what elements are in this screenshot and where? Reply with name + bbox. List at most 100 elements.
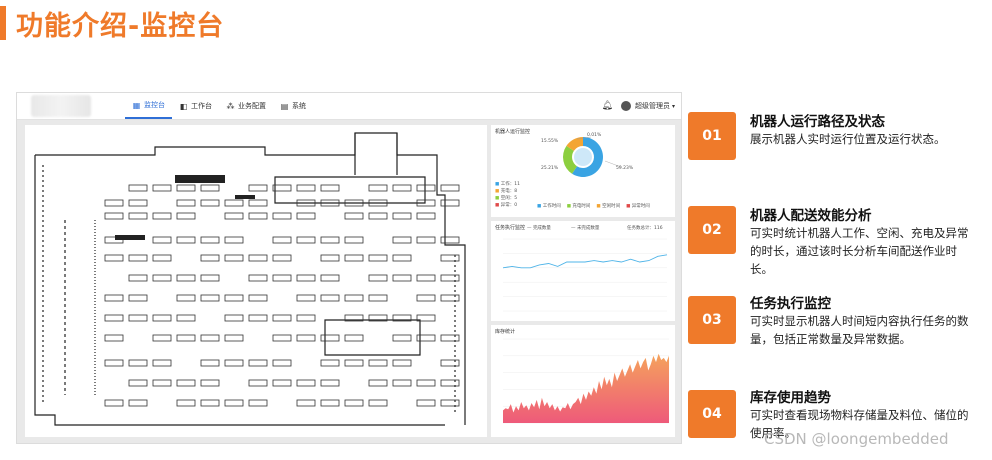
nav-monitor-label: 监控台 [144, 101, 165, 109]
rack-slot [176, 334, 196, 342]
rack-slot [344, 212, 364, 220]
rack-slot [128, 199, 148, 207]
rack-slot [368, 184, 388, 192]
nav-monitor[interactable]: ▦ 监控台 [125, 93, 172, 119]
tab-idle-time[interactable]: ■ 空闲时间 [596, 203, 620, 209]
nav-workbench[interactable]: ◧ 工作台 [172, 93, 219, 119]
rack-slot [152, 212, 172, 220]
rack-slot [272, 184, 292, 192]
legend-charging: ■ 充电：8 [495, 189, 518, 194]
rack-slot [152, 274, 172, 282]
rack-slot [416, 294, 436, 302]
rack-slot [296, 399, 316, 407]
status-legend: ■ 工作：11 ■ 充电：8 ■ 空闲：5 ■ 异常：0 [495, 181, 520, 209]
feature-description: 可实时统计机器人工作、空闲、充电及异常的时长，通过该时长分析车间配送作业时长。 [750, 226, 969, 276]
rack-slot [392, 359, 412, 367]
rack-slot [248, 399, 268, 407]
rack-slot [104, 254, 124, 262]
feature-description: 可实时显示机器人时间短内容执行任务的数量，包括正常数量及异常数据。 [750, 314, 969, 346]
tab-working-time[interactable]: ■ 工作时间 [537, 203, 561, 209]
rack-slot [176, 294, 196, 302]
warehouse-map [34, 132, 466, 426]
task-completed-series [502, 254, 668, 269]
rack-slot [296, 184, 316, 192]
rack-slot [200, 274, 220, 282]
rack-slot [272, 334, 292, 342]
rack-slot [128, 184, 148, 192]
app-logo [31, 95, 91, 117]
rack-slot [272, 212, 292, 220]
rack-slot [104, 294, 124, 302]
rack-slot [344, 294, 364, 302]
rack-slot [224, 314, 244, 322]
rack-slot [248, 254, 268, 262]
rack-slot [344, 399, 364, 407]
pct-label-4: 59.23% [616, 166, 634, 171]
rack-slot [296, 274, 316, 282]
user-name[interactable]: 超级管理员 [635, 101, 670, 111]
rack-slot [320, 399, 340, 407]
rack-slot [416, 212, 436, 220]
nav-business-config[interactable]: ⁂ 业务配置 [219, 93, 273, 119]
rack-slot [344, 359, 364, 367]
chevron-down-icon[interactable]: ▾ [672, 103, 675, 110]
rack-slot [176, 314, 196, 322]
rack-slot [320, 379, 340, 387]
feature-title: 机器人运行路径及状态 [750, 114, 885, 130]
tab-charging-time[interactable]: ■ 充电时间 [567, 203, 591, 209]
rack-slot [296, 294, 316, 302]
rack-slot [128, 212, 148, 220]
rack-slot [176, 274, 196, 282]
rack-slot [272, 254, 292, 262]
feature-title: 机器人配送效能分析 [750, 208, 872, 224]
rack-slot [224, 399, 244, 407]
robot-status-card: 机器人运行监控 0.01% 15.55% 25.21% 59.23% ■ 工作：… [491, 125, 675, 217]
tab-error-time[interactable]: ■ 异常时间 [626, 203, 650, 209]
feature-number-badge: 03 [688, 296, 736, 344]
rack-slot [104, 359, 124, 367]
rack-slot [152, 254, 172, 262]
rack-slot [224, 294, 244, 302]
rack-slot [416, 184, 436, 192]
monitor-icon: ▦ [132, 100, 141, 110]
rack-slot [104, 199, 124, 207]
app-topbar: ▦ 监控台 ◧ 工作台 ⁂ 业务配置 ▤ 系统 🔔︎ 超级管理员 ▾ [17, 93, 681, 120]
inventory-area-chart [503, 338, 669, 424]
feature-title: 任务执行监控 [750, 296, 831, 312]
rack-slot [224, 199, 244, 207]
rack-slot [176, 199, 196, 207]
nav-system[interactable]: ▤ 系统 [273, 93, 313, 119]
watermark: CSDN @loongembedded [764, 430, 949, 448]
bell-icon[interactable]: 🔔︎ [602, 101, 613, 111]
inventory-area-series [503, 353, 669, 423]
rack-slot [416, 379, 436, 387]
rack-slot [200, 199, 220, 207]
rack-slot [344, 236, 364, 244]
rack-slot [392, 236, 412, 244]
rack-slot [104, 399, 124, 407]
rack-slot [128, 254, 148, 262]
rack-slot [128, 294, 148, 302]
legend-error: ■ 异常：0 [495, 203, 518, 208]
system-icon: ▤ [280, 101, 289, 111]
warehouse-map-panel[interactable] [25, 125, 487, 437]
legend-idle: ■ 空闲：5 [495, 196, 518, 201]
rack-slot [104, 334, 124, 342]
rack-slot [224, 359, 244, 367]
avatar[interactable] [620, 101, 631, 111]
rack-slot [224, 254, 244, 262]
rack-slot [104, 212, 124, 220]
rack-slot [440, 359, 460, 367]
title-accent-bar [0, 6, 6, 40]
legend-working: ■ 工作：11 [495, 182, 520, 187]
rack-slot [368, 359, 388, 367]
rack-slot [368, 379, 388, 387]
page-title: 功能介绍-监控台 [16, 11, 225, 42]
rack-slot [248, 184, 268, 192]
rack-slot [344, 254, 364, 262]
rack-slot [152, 359, 172, 367]
rack-slot [392, 184, 412, 192]
feature-number-badge: 04 [688, 390, 736, 438]
rack-slot [440, 399, 460, 407]
donut-center [574, 148, 592, 166]
